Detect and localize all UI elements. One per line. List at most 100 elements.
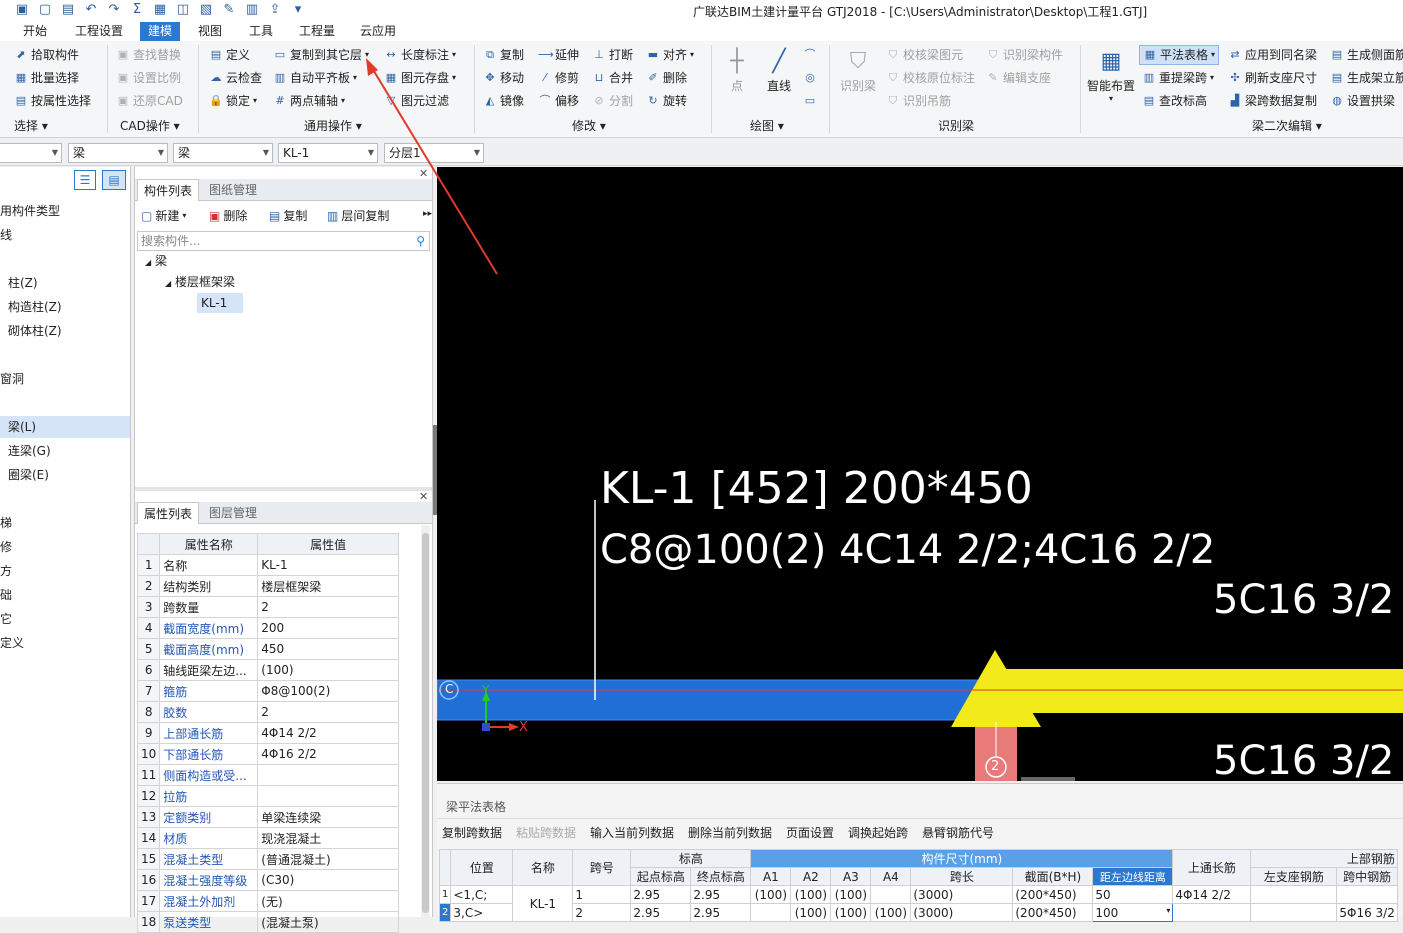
nav-ring-beam[interactable]: 圈梁(E) [8,464,49,486]
sum-icon[interactable]: Σ [129,2,145,17]
cell-a4[interactable] [870,885,912,904]
panel-splitter[interactable] [135,487,432,491]
nav-earthwork[interactable]: 方 [0,560,12,582]
cloud-check-button[interactable]: ☁ 云检查 [209,68,263,88]
mirror-button[interactable]: ◭ 镜像 [483,91,524,111]
menu-cloud[interactable]: 云应用 [355,22,401,41]
table-row[interactable]: 1 <1,C; KL-1 1 2.95 2.95 (100) (100) (10… [438,885,1398,922]
offset-button[interactable]: ⌒ 偏移 [538,91,580,111]
nav-beam[interactable]: 梁(L) [0,416,130,438]
edit-support-button[interactable]: ✎ 编辑支座 [986,68,1051,88]
align-button[interactable]: ▬ 对齐 ▾ [646,45,694,65]
view-icon[interactable]: ◫ [175,2,191,17]
copy-to-other-floor-button[interactable]: ▭ 复制到其它层 ▾ [273,45,369,65]
category-combo[interactable]: 梁 ▼ [68,143,168,163]
cell-a4[interactable]: (100) [870,903,912,922]
property-row[interactable]: 8 胶数 2 [136,701,399,723]
component-combo[interactable]: KL-1 ▼ [278,143,378,163]
undo-icon[interactable]: ↶ [83,2,99,17]
cell-a2[interactable]: (100) [790,885,832,904]
property-row[interactable]: 18 泵送类型 (混凝土泵) [136,911,399,933]
beam-span-2-selected[interactable] [996,669,1403,713]
tree-node-kl1[interactable]: KL-1 [197,293,243,313]
grid-icon[interactable]: ▥ [244,2,260,17]
menu-modeling[interactable]: 建模 [140,22,180,41]
cantilever-rebar-code-button[interactable]: 悬臂钢筋代号 [922,824,994,841]
delete-column-data-button[interactable]: 删除当前列数据 [688,824,772,841]
cell-left-support-rebar[interactable] [1250,903,1338,922]
nav-window-opening[interactable]: 窗洞 [0,368,24,390]
trim-button[interactable]: ⁄ 修剪 [538,68,579,88]
nav-custom[interactable]: 定义 [0,632,24,654]
define-button[interactable]: ▤ 定义 [209,45,250,65]
menu-start[interactable]: 开始 [18,22,52,41]
gen-side-rebar-button[interactable]: ▤ 生成侧面筋 [1330,45,1403,65]
beam-span-1[interactable] [437,679,998,721]
nav-foundation[interactable]: 础 [0,584,12,606]
pick-component-button[interactable]: ⬈ 拾取构件 [14,45,79,65]
property-row[interactable]: 5 截面高度(mm) 450 [136,638,399,660]
copy-component-button[interactable]: ▤ 复制 [269,205,307,227]
lock-button[interactable]: 🔒 锁定 ▾ [209,91,257,111]
span-data-copy-button[interactable]: ▟ 梁跨数据复制 [1228,91,1317,111]
cell-top-long-rebar[interactable] [1172,903,1252,922]
nav-column[interactable]: 柱(Z) [8,272,38,294]
break-button[interactable]: ⊥ 打断 [592,45,633,65]
layer-combo[interactable]: 分层1 ▼ [384,143,484,163]
tab-layer-management[interactable]: 图层管理 [203,502,263,524]
recognize-hanger-button[interactable]: ⛉ 识别吊筋 [886,91,951,111]
group-select-label[interactable]: 选择 ▾ [14,117,48,135]
floor-combo[interactable]: ▼ [0,143,62,163]
report-icon[interactable]: ▦ [152,2,168,17]
arc-button[interactable]: ⌒ [803,45,817,65]
nav-axis[interactable]: 线 [0,224,12,246]
group-beam2-label[interactable]: 梁二次编辑 ▾ [1252,117,1322,135]
cell-a1[interactable]: (100) [750,885,792,904]
nav-decoration[interactable]: 修 [0,536,12,558]
delete-component-button[interactable]: ▣ 删除 [209,205,247,227]
apply-same-name-button[interactable]: ⇄ 应用到同名梁 [1228,45,1317,65]
save-element-button[interactable]: ▦ 图元存盘 ▾ [384,68,456,88]
property-scrollbar[interactable] [421,525,430,917]
check-beam-element-button[interactable]: ⛉ 校核梁图元 [886,45,963,65]
property-value[interactable]: Φ8@100(2) [257,680,399,702]
export-icon[interactable]: ⇪ [267,2,283,17]
nav-construct-column[interactable]: 构造柱(Z) [8,296,62,318]
batch-select-button[interactable]: ▦ 批量选择 [14,68,79,88]
tab-property-list[interactable]: 属性列表 [137,502,200,524]
property-value[interactable]: 现浇混凝土 [257,827,399,849]
property-row[interactable]: 9 上部通长筋 4Φ14 2/2 [136,722,399,744]
tab-drawing-management[interactable]: 图纸管理 [203,179,263,201]
line-button[interactable]: ╱ 直线 [762,47,796,99]
property-row[interactable]: 10 下部通长筋 4Φ16 2/2 [136,743,399,765]
cell-mid-span-rebar[interactable] [1336,885,1398,904]
property-row[interactable]: 15 混凝土类型 (普通混凝土) [136,848,399,870]
set-arch-beam-button[interactable]: ◍ 设置拱梁 [1330,91,1395,111]
nav-common-types[interactable]: 用构件类型 [0,200,60,222]
redo-icon[interactable]: ↷ [106,2,122,17]
scroll-thumb[interactable] [422,533,429,913]
circle-button[interactable]: ◎ [803,68,817,88]
tree-node-floor-frame-beam[interactable]: ◢ 楼层框架梁 [165,272,235,292]
cell-position[interactable]: 3,C> [450,903,514,922]
property-value[interactable]: KL-1 [257,554,399,576]
property-value[interactable]: 4Φ16 2/2 [257,743,399,765]
property-row[interactable]: 2 结构类别 楼层框架梁 [136,575,399,597]
check-original-annotation-button[interactable]: ⛉ 校核原位标注 [886,68,975,88]
property-value[interactable]: (C30) [257,869,399,891]
property-row[interactable]: 16 混凝土强度等级 (C30) [136,869,399,891]
property-value[interactable]: 单梁连续梁 [257,806,399,828]
tree-view-icon[interactable]: ▤ [102,170,126,190]
cell-edge-distance-editing[interactable]: 100 ▾ [1092,903,1174,922]
auto-align-slab-button[interactable]: ▥ 自动平齐板 ▾ [273,68,357,88]
property-row[interactable]: 3 跨数量 2 [136,596,399,618]
select-by-property-button[interactable]: ▤ 按属性选择 [14,91,91,111]
property-row[interactable]: 6 轴线距梁左边... (100) [136,659,399,681]
two-point-axis-button[interactable]: # 两点辅轴 ▾ [273,91,345,111]
cell-edge-distance[interactable]: 50 [1092,885,1174,904]
cell-name[interactable]: KL-1 [512,885,574,922]
rectangle-button[interactable]: ▭ [803,91,817,111]
list-view-icon[interactable]: ☰ [74,170,96,190]
cell-a3[interactable]: (100) [830,903,872,922]
cell-start-elevation[interactable]: 2.95 [630,903,692,922]
